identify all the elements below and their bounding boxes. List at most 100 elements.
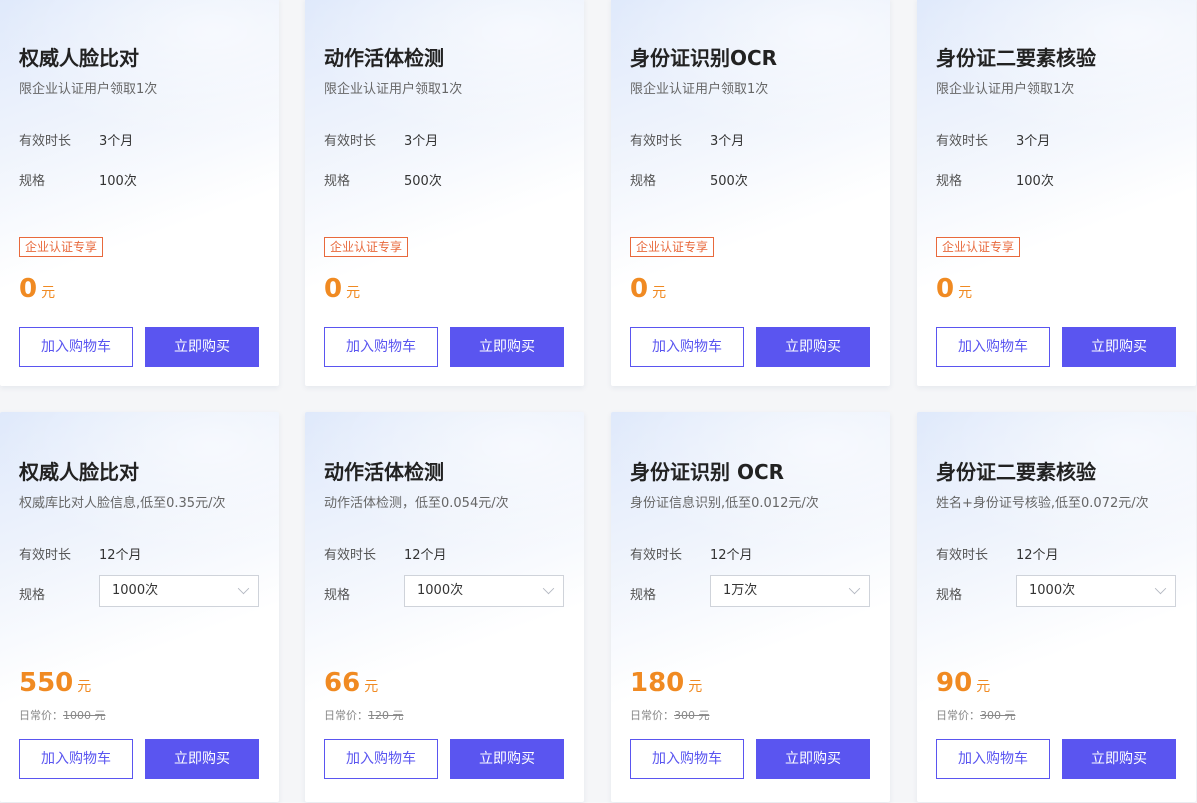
original-price-label: 日常价： bbox=[19, 709, 63, 722]
product-card: 权威人脸比对 限企业认证用户领取1次 有效时长 3个月 规格 100次 企业认证… bbox=[0, 0, 279, 386]
card-title: 身份证识别 OCR bbox=[630, 460, 785, 484]
price-amount: 0 bbox=[630, 274, 649, 304]
original-price: 日常价：300 元 bbox=[630, 707, 710, 723]
add-to-cart-button[interactable]: 加入购物车 bbox=[936, 327, 1050, 367]
card-description: 限企业认证用户领取1次 bbox=[630, 82, 769, 97]
price-unit: 元 bbox=[652, 285, 667, 301]
spec-select[interactable]: 1000次 bbox=[1016, 575, 1176, 607]
duration-label: 有效时长 bbox=[630, 548, 683, 563]
spec-label: 规格 bbox=[630, 588, 657, 603]
spec-select[interactable]: 1000次 bbox=[404, 575, 564, 607]
price-amount: 550 bbox=[19, 668, 74, 698]
buy-now-button[interactable]: 立即购买 bbox=[756, 739, 870, 779]
price: 90 元 bbox=[936, 668, 990, 698]
buy-now-button[interactable]: 立即购买 bbox=[1062, 739, 1176, 779]
original-price: 日常价：120 元 bbox=[324, 707, 404, 723]
chevron-down-icon bbox=[848, 582, 861, 595]
duration-label: 有效时长 bbox=[936, 548, 989, 563]
buy-now-button[interactable]: 立即购买 bbox=[145, 739, 259, 779]
original-price-value: 300 元 bbox=[674, 709, 710, 722]
add-to-cart-button[interactable]: 加入购物车 bbox=[19, 327, 133, 367]
spec-select-value: 1万次 bbox=[723, 583, 758, 598]
buy-now-button[interactable]: 立即购买 bbox=[756, 327, 870, 367]
card-title: 身份证二要素核验 bbox=[936, 46, 1096, 70]
spec-label: 规格 bbox=[324, 588, 351, 603]
duration-label: 有效时长 bbox=[19, 548, 72, 563]
card-description: 限企业认证用户领取1次 bbox=[19, 82, 158, 97]
buy-now-button[interactable]: 立即购买 bbox=[1062, 327, 1176, 367]
card-description: 动作活体检测，低至0.054元/次 bbox=[324, 496, 509, 511]
duration-value: 3个月 bbox=[99, 134, 134, 149]
add-to-cart-button[interactable]: 加入购物车 bbox=[630, 327, 744, 367]
duration-label: 有效时长 bbox=[19, 134, 72, 149]
product-card: 动作活体检测 动作活体检测，低至0.054元/次 有效时长 12个月 规格 10… bbox=[305, 412, 584, 802]
chevron-down-icon bbox=[1154, 582, 1167, 595]
card-title: 动作活体检测 bbox=[324, 46, 444, 70]
original-price-label: 日常价： bbox=[936, 709, 980, 722]
price: 0元 bbox=[19, 274, 55, 304]
card-title: 动作活体检测 bbox=[324, 460, 444, 484]
buy-now-button[interactable]: 立即购买 bbox=[145, 327, 259, 367]
price: 180 元 bbox=[630, 668, 702, 698]
card-description: 限企业认证用户领取1次 bbox=[936, 82, 1075, 97]
price-unit: 元 bbox=[688, 679, 703, 695]
duration-value: 3个月 bbox=[710, 134, 745, 149]
original-price-label: 日常价： bbox=[630, 709, 674, 722]
duration-label: 有效时长 bbox=[630, 134, 683, 149]
original-price-value: 120 元 bbox=[368, 709, 404, 722]
product-card: 身份证二要素核验 限企业认证用户领取1次 有效时长 3个月 规格 100次 企业… bbox=[917, 0, 1196, 386]
spec-select-value: 1000次 bbox=[1029, 583, 1076, 598]
enterprise-badge: 企业认证专享 bbox=[19, 237, 104, 257]
add-to-cart-button[interactable]: 加入购物车 bbox=[630, 739, 744, 779]
product-card: 动作活体检测 限企业认证用户领取1次 有效时长 3个月 规格 500次 企业认证… bbox=[305, 0, 584, 386]
spec-value: 500次 bbox=[710, 174, 748, 189]
spec-label: 规格 bbox=[19, 588, 46, 603]
card-description: 限企业认证用户领取1次 bbox=[324, 82, 463, 97]
spec-label: 规格 bbox=[630, 174, 657, 189]
enterprise-badge: 企业认证专享 bbox=[324, 237, 409, 257]
card-description: 姓名+身份证号核验,低至0.072元/次 bbox=[936, 496, 1149, 511]
price: 66 元 bbox=[324, 668, 378, 698]
price: 0元 bbox=[324, 274, 360, 304]
enterprise-badge: 企业认证专享 bbox=[936, 237, 1021, 257]
price-unit: 元 bbox=[346, 285, 361, 301]
buy-now-button[interactable]: 立即购买 bbox=[450, 739, 564, 779]
card-title: 身份证二要素核验 bbox=[936, 460, 1096, 484]
price-amount: 180 bbox=[630, 668, 685, 698]
original-price: 日常价：300 元 bbox=[936, 707, 1016, 723]
spec-value: 100次 bbox=[99, 174, 137, 189]
original-price-label: 日常价： bbox=[324, 709, 368, 722]
duration-value: 3个月 bbox=[1016, 134, 1051, 149]
card-description: 权威库比对人脸信息,低至0.35元/次 bbox=[19, 496, 226, 511]
product-card: 身份证识别 OCR 身份证信息识别,低至0.012元/次 有效时长 12个月 规… bbox=[611, 412, 890, 802]
price: 0元 bbox=[630, 274, 666, 304]
spec-label: 规格 bbox=[936, 174, 963, 189]
price-amount: 66 bbox=[324, 668, 361, 698]
product-grid: 权威人脸比对 限企业认证用户领取1次 有效时长 3个月 规格 100次 企业认证… bbox=[0, 0, 1197, 803]
duration-value: 12个月 bbox=[404, 548, 447, 563]
price-amount: 90 bbox=[936, 668, 973, 698]
product-card: 权威人脸比对 权威库比对人脸信息,低至0.35元/次 有效时长 12个月 规格 … bbox=[0, 412, 279, 802]
duration-label: 有效时长 bbox=[324, 548, 377, 563]
product-card: 身份证识别OCR 限企业认证用户领取1次 有效时长 3个月 规格 500次 企业… bbox=[611, 0, 890, 386]
spec-select[interactable]: 1000次 bbox=[99, 575, 259, 607]
original-price: 日常价：1000 元 bbox=[19, 707, 106, 723]
price: 550 元 bbox=[19, 668, 91, 698]
add-to-cart-button[interactable]: 加入购物车 bbox=[936, 739, 1050, 779]
add-to-cart-button[interactable]: 加入购物车 bbox=[19, 739, 133, 779]
enterprise-badge: 企业认证专享 bbox=[630, 237, 715, 257]
spec-select-value: 1000次 bbox=[112, 583, 159, 598]
add-to-cart-button[interactable]: 加入购物车 bbox=[324, 739, 438, 779]
card-title: 权威人脸比对 bbox=[19, 460, 139, 484]
spec-select[interactable]: 1万次 bbox=[710, 575, 870, 607]
buy-now-button[interactable]: 立即购买 bbox=[450, 327, 564, 367]
duration-value: 3个月 bbox=[404, 134, 439, 149]
price: 0元 bbox=[936, 274, 972, 304]
chevron-down-icon bbox=[542, 582, 555, 595]
duration-value: 12个月 bbox=[1016, 548, 1059, 563]
spec-label: 规格 bbox=[19, 174, 46, 189]
spec-value: 500次 bbox=[404, 174, 442, 189]
card-title: 身份证识别OCR bbox=[630, 46, 778, 70]
add-to-cart-button[interactable]: 加入购物车 bbox=[324, 327, 438, 367]
spec-select-value: 1000次 bbox=[417, 583, 464, 598]
